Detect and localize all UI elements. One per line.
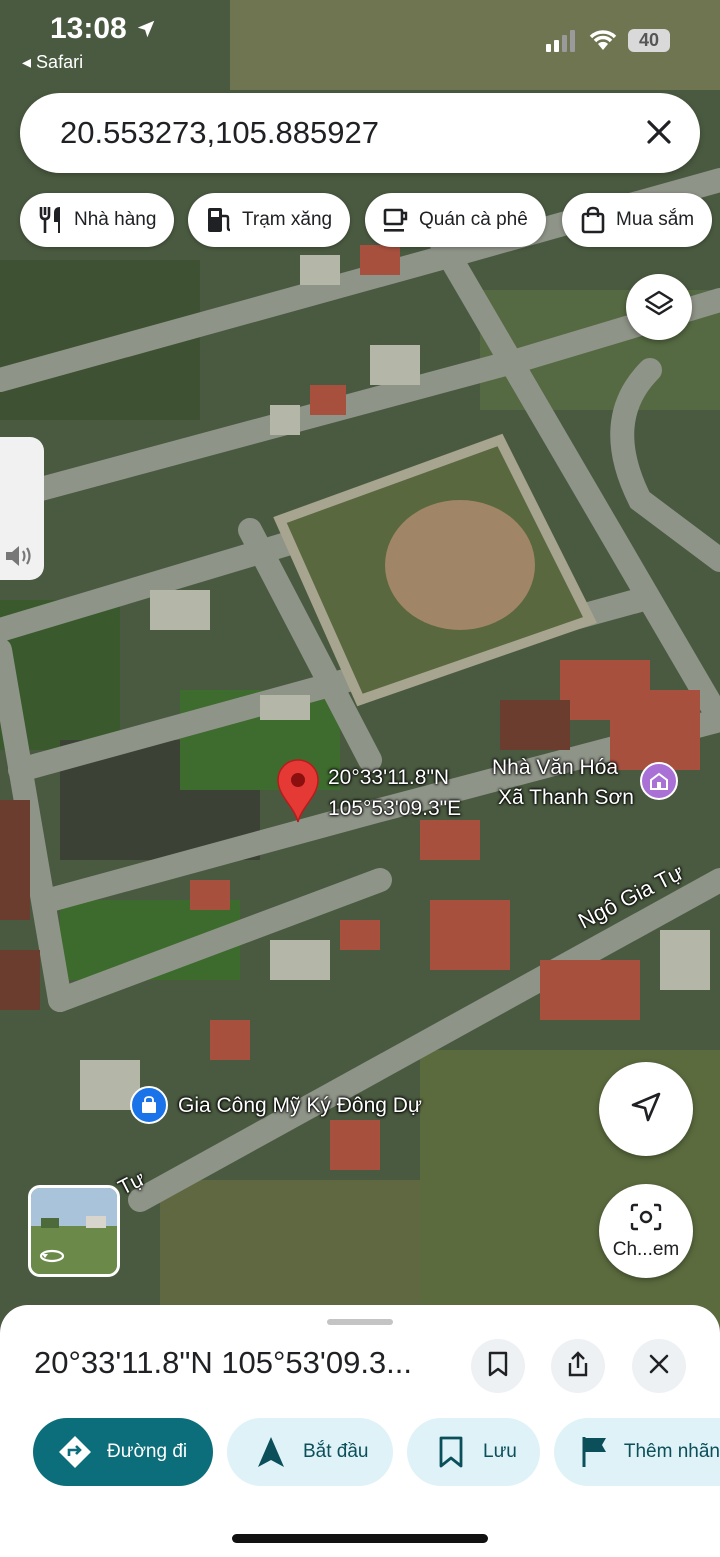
- close-icon[interactable]: [642, 115, 676, 149]
- accessibility-side-tab[interactable]: [0, 437, 44, 580]
- share-button[interactable]: [551, 1339, 605, 1393]
- battery-indicator: 40: [628, 29, 670, 52]
- cellular-signal-icon: [546, 30, 578, 57]
- save-bookmark-button[interactable]: [471, 1339, 525, 1393]
- rotate-360-icon: [39, 1246, 65, 1271]
- pin-latitude-label: 20°33'11.8"N: [328, 766, 450, 789]
- chip-label: Nhà hàng: [74, 209, 157, 230]
- poi-culture-house-line1[interactable]: Nhà Văn Hóa: [492, 756, 618, 780]
- street-view-thumbnail[interactable]: [28, 1185, 120, 1277]
- close-sheet-button[interactable]: [632, 1339, 686, 1393]
- restaurant-icon: [36, 205, 66, 235]
- speaker-icon: [4, 543, 38, 574]
- add-label-button[interactable]: Thêm nhãn: [554, 1418, 720, 1486]
- back-to-app-link[interactable]: ◂ Safari: [22, 52, 83, 73]
- bookmark-icon: [431, 1432, 471, 1472]
- poi-culture-house-line2[interactable]: Xã Thanh Sơn: [498, 786, 634, 810]
- camera-search-button[interactable]: Ch...em: [599, 1184, 693, 1278]
- navigation-arrow-icon: [251, 1432, 291, 1472]
- camera-scan-icon: [629, 1202, 663, 1237]
- action-label: Đường đi: [107, 1441, 188, 1462]
- search-input[interactable]: 20.553273,105.885927: [60, 115, 379, 151]
- poi-shop-label[interactable]: Gia Công Mỹ Ký Đông Dự: [178, 1094, 422, 1118]
- my-location-button[interactable]: [599, 1062, 693, 1156]
- status-time: 13:08: [50, 12, 127, 45]
- share-icon: [566, 1350, 590, 1383]
- place-title: 20°33'11.8"N 105°53'09.3...: [34, 1345, 413, 1380]
- chip-gas-stations[interactable]: Trạm xăng: [188, 193, 351, 247]
- directions-button[interactable]: Đường đi: [33, 1418, 213, 1486]
- culture-building-icon[interactable]: [640, 762, 678, 800]
- start-navigation-button[interactable]: Bắt đầu: [227, 1418, 393, 1486]
- layers-icon: [643, 289, 675, 326]
- navigation-arrow-icon: [629, 1090, 663, 1129]
- save-button[interactable]: Lưu: [407, 1418, 540, 1486]
- bookmark-icon: [487, 1351, 509, 1382]
- flag-icon: [578, 1432, 612, 1472]
- status-bar: 13:08 ◂ Safari 40: [0, 0, 720, 80]
- location-services-icon: [135, 18, 157, 45]
- sheet-drag-handle[interactable]: [327, 1319, 393, 1325]
- chip-coffee[interactable]: Quán cà phê: [365, 193, 546, 247]
- shopping-bag-icon: [578, 205, 608, 235]
- chip-label: Mua sắm: [616, 209, 695, 230]
- action-label: Lưu: [483, 1441, 517, 1462]
- home-indicator: [232, 1534, 488, 1543]
- chip-restaurants[interactable]: Nhà hàng: [20, 193, 175, 247]
- chip-label: Quán cà phê: [419, 209, 528, 230]
- shop-bag-icon[interactable]: [130, 1086, 168, 1124]
- pin-longitude-label: 105°53'09.3"E: [328, 797, 462, 820]
- back-app-label: Safari: [36, 52, 84, 72]
- place-bottom-sheet[interactable]: 20°33'11.8"N 105°53'09.3... Đường đi Bắt…: [0, 1305, 720, 1557]
- chip-label: Trạm xăng: [242, 209, 333, 230]
- location-pin-icon[interactable]: [276, 758, 320, 824]
- close-icon: [648, 1353, 670, 1380]
- action-label: Bắt đầu: [303, 1441, 369, 1462]
- gas-station-icon: [204, 205, 234, 235]
- search-bar[interactable]: 20.553273,105.885927: [20, 93, 700, 173]
- coffee-icon: [381, 205, 411, 235]
- chip-shopping[interactable]: Mua sắm: [562, 193, 713, 247]
- action-label: Thêm nhãn: [623, 1441, 720, 1462]
- camera-button-label: Ch...em: [612, 1238, 680, 1260]
- layers-button[interactable]: [626, 274, 692, 340]
- wifi-icon: [588, 28, 618, 57]
- directions-icon: [55, 1432, 95, 1472]
